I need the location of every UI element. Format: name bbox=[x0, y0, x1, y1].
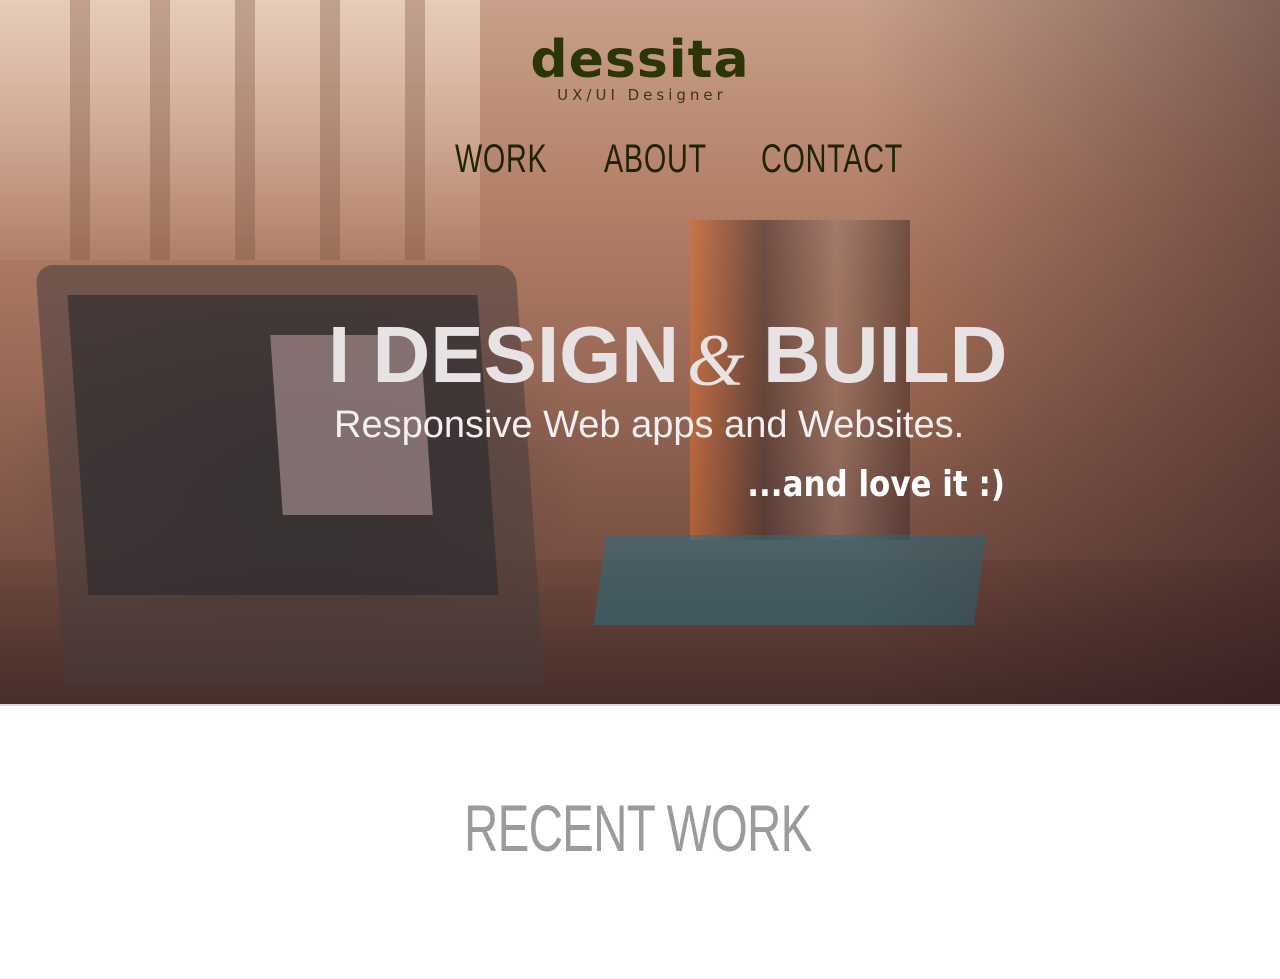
recent-work-title: RECENT WORK bbox=[464, 791, 812, 865]
hero-tagline: ...and love it :) bbox=[747, 464, 1005, 505]
logo-wordmark[interactable]: dessita bbox=[528, 30, 752, 90]
nav-item-about[interactable]: ABOUT bbox=[604, 134, 707, 184]
headline-ampersand: & bbox=[687, 320, 745, 402]
nav-item-contact[interactable]: CONTACT bbox=[761, 134, 903, 184]
headline-build: BUILD bbox=[763, 310, 1008, 399]
nav-item-work[interactable]: WORK bbox=[455, 134, 547, 184]
hero-headline: I DESIGN & BUILD bbox=[0, 310, 1280, 402]
hero-subline: Responsive Web apps and Websites. bbox=[334, 404, 965, 446]
headline-design: I DESIGN bbox=[328, 310, 680, 399]
hero-banner: dessita UX/UI Designer WORK ABOUT CONTAC… bbox=[0, 0, 1280, 704]
logo-tagline: UX/UI Designer bbox=[557, 86, 727, 104]
hero-divider bbox=[0, 704, 1280, 706]
site-logo[interactable]: dessita UX/UI Designer bbox=[528, 30, 752, 104]
main-nav: WORK ABOUT CONTACT bbox=[0, 134, 1280, 184]
